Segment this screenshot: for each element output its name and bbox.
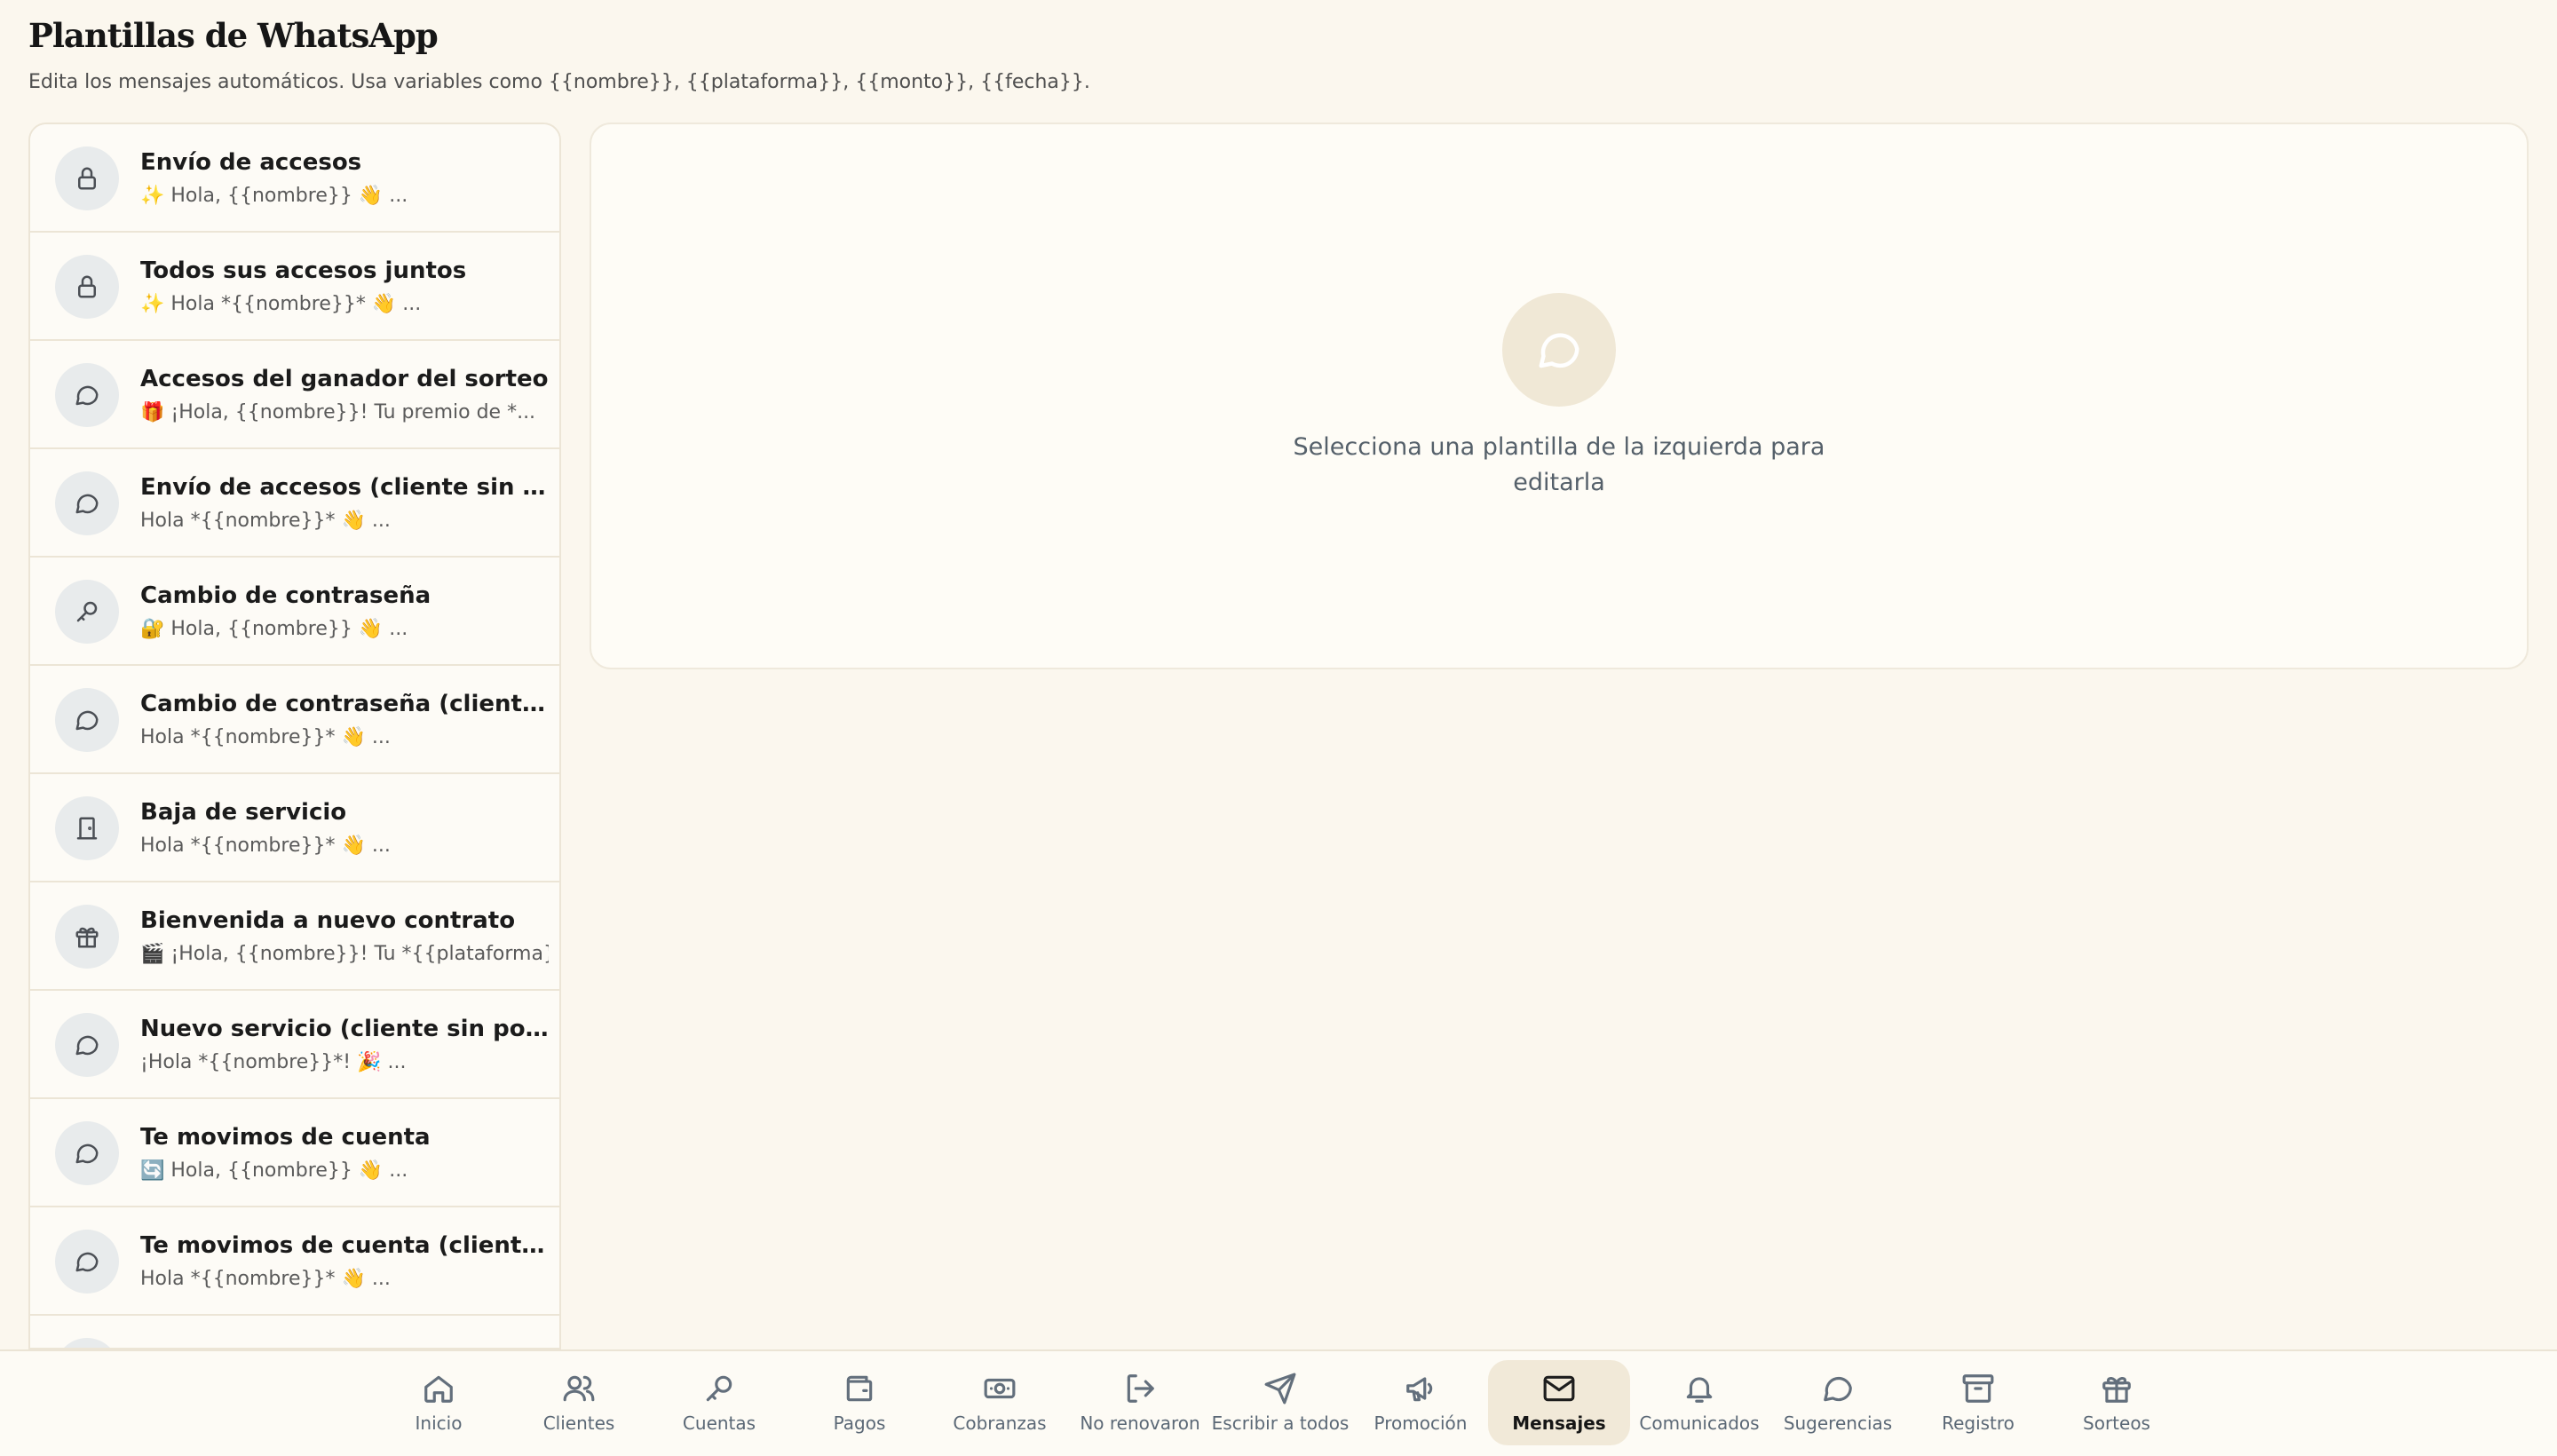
users-icon <box>563 1375 595 1402</box>
chat-bubble-icon <box>55 1013 119 1077</box>
banknote-icon <box>984 1378 1016 1399</box>
nav-item-sorteos[interactable]: Sorteos <box>2046 1360 2188 1445</box>
nav-item-promocion[interactable]: Promoción <box>1350 1360 1492 1445</box>
nav-label: Cobranzas <box>953 1412 1047 1434</box>
template-preview: Hola *{{nombre}}* 👋 ... <box>140 726 391 748</box>
chat-bubble-icon <box>1502 293 1616 407</box>
lock-icon <box>55 146 119 210</box>
chat-bubble-icon <box>1824 1376 1852 1402</box>
nav-label: Pagos <box>833 1412 886 1434</box>
nav-label: Clientes <box>542 1412 615 1434</box>
template-preview: 🔐 Hola, {{nombre}} 👋 ... <box>140 618 408 640</box>
nav-item-mensajes[interactable]: Mensajes <box>1488 1360 1630 1445</box>
template-preview: ✨ Hola *{{nombre}}* 👋 ... <box>140 293 422 315</box>
template-title: Envío de accesos <box>140 149 362 176</box>
template-preview: ¡Hola *{{nombre}}*! 🎉 ... <box>140 1051 407 1073</box>
template-item-baja-servicio[interactable]: Baja de servicio Hola *{{nombre}}* 👋 ... <box>30 774 559 882</box>
nav-label: No renovaron <box>1080 1412 1200 1434</box>
nav-label: Mensajes <box>1512 1412 1606 1434</box>
bottom-nav: Inicio Clientes Cuentas Pagos Cobranzas … <box>0 1349 2557 1456</box>
send-icon <box>1264 1373 1296 1405</box>
page-header: Plantillas de WhatsApp Edita los mensaje… <box>28 16 1090 93</box>
chat-bubble-icon <box>55 1121 119 1185</box>
key-icon <box>706 1375 732 1402</box>
nav-label: Promoción <box>1373 1412 1468 1434</box>
template-title: Nuevo servicio (cliente sin portal) <box>140 1016 549 1042</box>
nav-label: Sorteos <box>2083 1412 2150 1434</box>
nav-label: Comunicados <box>1639 1412 1760 1434</box>
key-icon <box>55 580 119 644</box>
gift-icon <box>2102 1377 2131 1403</box>
template-title: Cambio de contraseña (cliente sin... <box>140 691 549 717</box>
archive-icon <box>1962 1374 1994 1403</box>
template-item-nuevo-servicio[interactable]: Nuevo servicio (cliente sin portal) ¡Hol… <box>30 991 559 1099</box>
nav-item-pagos[interactable]: Pagos <box>788 1360 930 1445</box>
chat-bubble-icon <box>55 471 119 535</box>
template-preview: 🎬 ¡Hola, {{nombre}}! Tu *{{plataforma}}.… <box>140 943 549 965</box>
gift-icon <box>55 905 119 969</box>
template-item-cambio-contrasena-sin-portal[interactable]: Cambio de contraseña (cliente sin... Hol… <box>30 666 559 774</box>
template-title: Baja de servicio <box>140 799 347 826</box>
megaphone-icon <box>1406 1377 1433 1402</box>
nav-item-sugerencias[interactable]: Sugerencias <box>1767 1360 1909 1445</box>
editor-panel: Selecciona una plantilla de la izquierda… <box>590 123 2529 669</box>
chat-bubble-icon <box>55 688 119 752</box>
logout-icon <box>1127 1374 1154 1403</box>
nav-item-comunicados[interactable]: Comunicados <box>1628 1360 1770 1445</box>
lock-icon <box>55 255 119 319</box>
template-item-cambio-contrasena[interactable]: Cambio de contraseña 🔐 Hola, {{nombre}} … <box>30 558 559 666</box>
template-preview: Hola *{{nombre}}* 👋 ... <box>140 1268 391 1290</box>
wallet-icon <box>846 1375 873 1402</box>
template-title: Te movimos de cuenta (cliente sin ... <box>140 1232 549 1259</box>
home-icon <box>424 1375 453 1403</box>
template-list: Envío de accesos ✨ Hola, {{nombre}} 👋 ..… <box>28 123 561 1349</box>
nav-item-no-renovaron[interactable]: No renovaron <box>1069 1360 1211 1445</box>
template-item-todos-accesos[interactable]: Todos sus accesos juntos ✨ Hola *{{nombr… <box>30 233 559 341</box>
template-title: Accesos del ganador del sorteo <box>140 366 549 392</box>
nav-label: Cuentas <box>682 1412 756 1434</box>
template-preview: 🎁 ¡Hola, {{nombre}}! Tu premio de *... <box>140 401 536 423</box>
template-item-bienvenida-contrato[interactable]: Bienvenida a nuevo contrato 🎬 ¡Hola, {{n… <box>30 882 559 991</box>
empty-state-message: Selecciona una plantilla de la izquierda… <box>1293 433 1825 496</box>
nav-item-cobranzas[interactable]: Cobranzas <box>929 1360 1071 1445</box>
template-title: Todos sus accesos juntos <box>140 257 467 284</box>
nav-item-escribir-todos[interactable]: Escribir a todos <box>1209 1360 1351 1445</box>
template-item-envio-sin-portal[interactable]: Envío de accesos (cliente sin portal) Ho… <box>30 449 559 558</box>
template-title: Envío de accesos (cliente sin portal) <box>140 474 549 501</box>
template-title: Bienvenida a nuevo contrato <box>140 907 516 934</box>
nav-label: Inicio <box>415 1412 463 1434</box>
template-item-partial[interactable] <box>30 1316 559 1348</box>
chat-bubble-icon <box>55 363 119 427</box>
nav-item-cuentas[interactable]: Cuentas <box>648 1360 790 1445</box>
nav-item-inicio[interactable]: Inicio <box>368 1360 510 1445</box>
nav-label: Escribir a todos <box>1211 1412 1350 1434</box>
template-item-ganador-sorteo[interactable]: Accesos del ganador del sorteo 🎁 ¡Hola, … <box>30 341 559 449</box>
page-subtitle: Edita los mensajes automáticos. Usa vari… <box>28 71 1090 93</box>
template-title: Cambio de contraseña <box>140 582 431 609</box>
door-icon <box>55 796 119 860</box>
nav-item-clientes[interactable]: Clientes <box>508 1360 650 1445</box>
template-preview: Hola *{{nombre}}* 👋 ... <box>140 510 391 532</box>
chat-bubble-icon <box>55 1230 119 1294</box>
bell-icon <box>1686 1377 1713 1403</box>
nav-label: Sugerencias <box>1783 1412 1893 1434</box>
template-item-envio-accesos[interactable]: Envío de accesos ✨ Hola, {{nombre}} 👋 ..… <box>30 124 559 233</box>
nav-item-registro[interactable]: Registro <box>1907 1360 2049 1445</box>
chat-bubble-icon <box>55 1338 119 1348</box>
mail-icon <box>1543 1375 1575 1402</box>
template-preview: Hola *{{nombre}}* 👋 ... <box>140 835 391 857</box>
template-preview: 🔄 Hola, {{nombre}} 👋 ... <box>140 1159 408 1182</box>
nav-label: Registro <box>1942 1412 2015 1434</box>
page-title: Plantillas de WhatsApp <box>28 16 439 55</box>
template-item-movimos-cuenta-sin-portal[interactable]: Te movimos de cuenta (cliente sin ... Ho… <box>30 1207 559 1316</box>
template-preview: ✨ Hola, {{nombre}} 👋 ... <box>140 185 408 207</box>
template-item-movimos-cuenta[interactable]: Te movimos de cuenta 🔄 Hola, {{nombre}} … <box>30 1099 559 1207</box>
template-title: Te movimos de cuenta <box>140 1124 431 1151</box>
